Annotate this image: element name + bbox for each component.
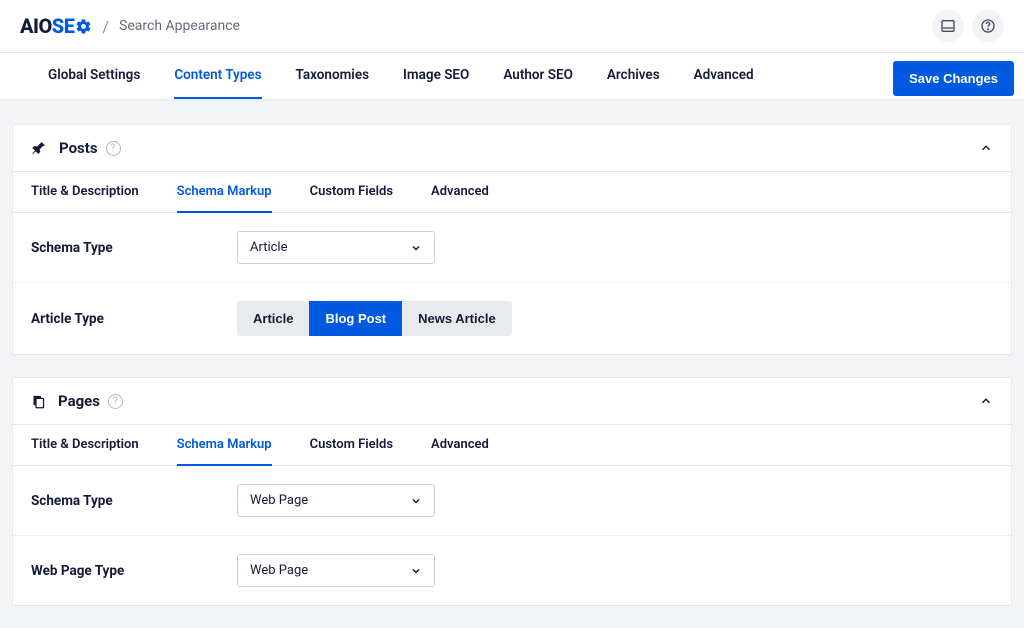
posts-panel-title: Posts bbox=[59, 139, 98, 157]
logo-text-aio: AIO bbox=[20, 14, 52, 38]
breadcrumb-separator: / bbox=[102, 17, 109, 36]
posts-subtab-title-description[interactable]: Title & Description bbox=[31, 172, 139, 213]
pin-icon bbox=[31, 140, 47, 156]
pages-panel-title: Pages bbox=[58, 392, 100, 410]
chevron-up-icon bbox=[979, 394, 993, 408]
main-nav-tabs: Global Settings Content Types Taxonomies Im… bbox=[0, 53, 1024, 100]
nav-tab-global-settings[interactable]: Global Settings bbox=[48, 53, 140, 99]
pages-subtab-custom-fields[interactable]: Custom Fields bbox=[310, 425, 393, 466]
posts-subtabs: Title & Description Schema Markup Custom F… bbox=[13, 171, 1011, 213]
pages-icon bbox=[31, 394, 46, 409]
article-type-news-article[interactable]: News Article bbox=[402, 301, 512, 336]
posts-panel-header[interactable]: Posts ? bbox=[13, 125, 1011, 171]
chevron-down-icon bbox=[410, 495, 422, 507]
posts-subtab-custom-fields[interactable]: Custom Fields bbox=[310, 172, 393, 213]
pages-panel: Pages ? Title & Description Schema Markup… bbox=[12, 377, 1012, 606]
nav-tab-advanced[interactable]: Advanced bbox=[694, 53, 754, 99]
pages-webpage-type-select[interactable]: Web Page bbox=[237, 554, 435, 587]
posts-article-type-label: Article Type bbox=[31, 311, 237, 327]
pages-help-icon[interactable]: ? bbox=[108, 394, 123, 409]
nav-tab-image-seo[interactable]: Image SEO bbox=[403, 53, 469, 99]
pages-schema-type-label: Schema Type bbox=[31, 493, 237, 509]
posts-help-icon[interactable]: ? bbox=[106, 141, 121, 156]
pages-schema-type-select[interactable]: Web Page bbox=[237, 484, 435, 517]
logo: AIOSE bbox=[20, 14, 92, 38]
nav-tab-author-seo[interactable]: Author SEO bbox=[503, 53, 573, 99]
posts-schema-type-select[interactable]: Article bbox=[237, 231, 435, 264]
notifications-icon[interactable] bbox=[932, 10, 964, 42]
article-type-button-group: ArticleBlog PostNews Article bbox=[237, 301, 512, 336]
chevron-down-icon bbox=[410, 565, 422, 577]
help-icon[interactable] bbox=[972, 10, 1004, 42]
nav-tab-archives[interactable]: Archives bbox=[607, 53, 660, 99]
pages-webpage-type-label: Web Page Type bbox=[31, 563, 237, 579]
nav-tab-content-types[interactable]: Content Types bbox=[174, 53, 261, 99]
nav-tab-taxonomies[interactable]: Taxonomies bbox=[296, 53, 370, 99]
posts-schema-type-label: Schema Type bbox=[31, 240, 237, 256]
chevron-down-icon bbox=[410, 242, 422, 254]
gear-icon bbox=[75, 18, 92, 35]
pages-subtab-title-description[interactable]: Title & Description bbox=[31, 425, 139, 466]
breadcrumb-page-title: Search Appearance bbox=[119, 18, 240, 34]
pages-webpage-type-value: Web Page bbox=[250, 563, 308, 578]
posts-subtab-schema-markup[interactable]: Schema Markup bbox=[177, 172, 272, 213]
pages-subtabs: Title & Description Schema Markup Custom F… bbox=[13, 424, 1011, 466]
article-type-blog-post[interactable]: Blog Post bbox=[309, 301, 402, 336]
pages-schema-type-value: Web Page bbox=[250, 493, 308, 508]
posts-schema-type-value: Article bbox=[250, 240, 287, 255]
article-type-article[interactable]: Article bbox=[237, 301, 309, 336]
pages-subtab-schema-markup[interactable]: Schema Markup bbox=[177, 425, 272, 466]
logo-text-se: SE bbox=[52, 14, 75, 38]
posts-panel: Posts ? Title & Description Schema Markup… bbox=[12, 124, 1012, 355]
pages-panel-header[interactable]: Pages ? bbox=[13, 378, 1011, 424]
chevron-up-icon bbox=[979, 141, 993, 155]
save-changes-button[interactable]: Save Changes bbox=[893, 61, 1014, 96]
pages-subtab-advanced[interactable]: Advanced bbox=[431, 425, 489, 466]
posts-subtab-advanced[interactable]: Advanced bbox=[431, 172, 489, 213]
